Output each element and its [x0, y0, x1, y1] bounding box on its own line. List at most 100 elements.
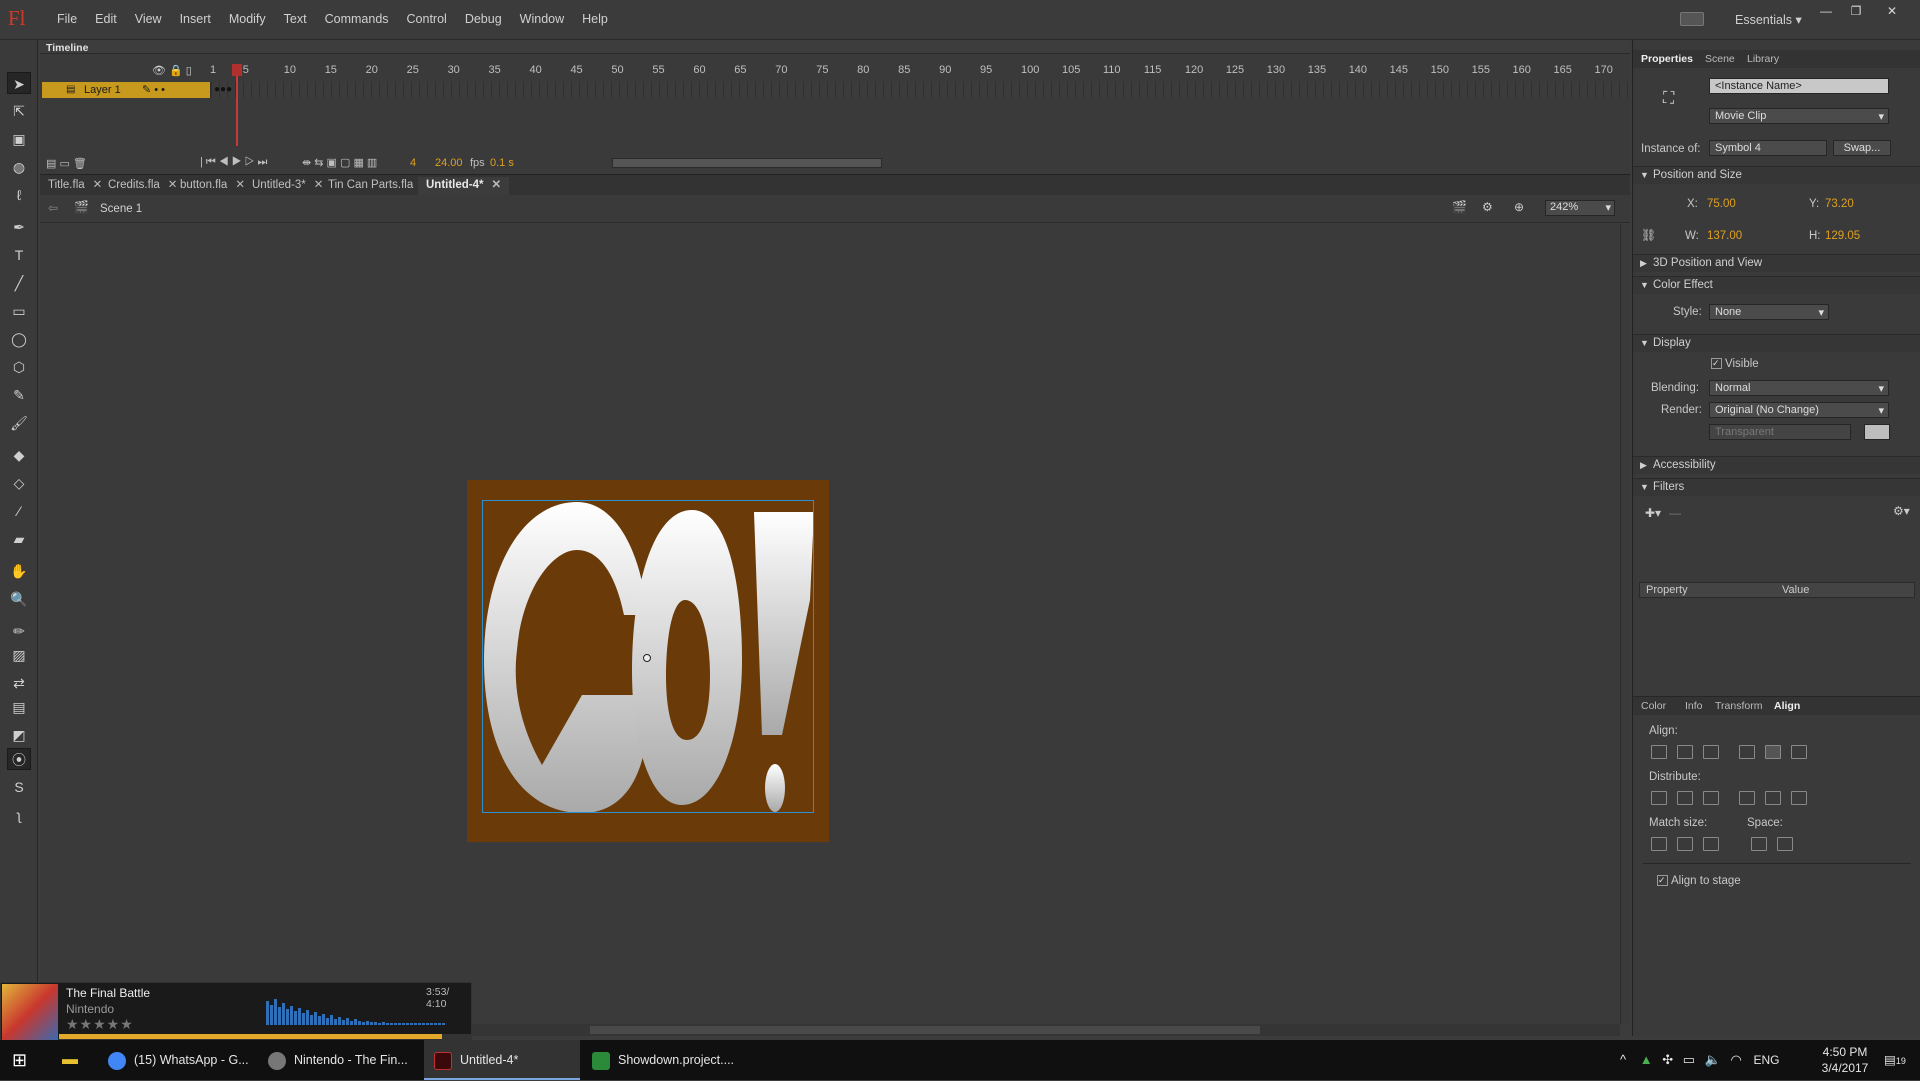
- steam-icon[interactable]: ✣: [1662, 1052, 1673, 1067]
- network-icon[interactable]: ▭: [1683, 1052, 1695, 1067]
- edit-scene-icon[interactable]: 🎬: [1452, 200, 1467, 214]
- tray-chevron-icon[interactable]: ^: [1620, 1052, 1626, 1067]
- distribute-right-icon[interactable]: [1791, 791, 1807, 805]
- new-layer-icon[interactable]: ▤ ▭ 🗑: [46, 157, 87, 170]
- blending-select[interactable]: Normal ▾: [1709, 380, 1889, 396]
- file-explorer-icon[interactable]: ▬: [62, 1040, 92, 1080]
- taskbar-flash[interactable]: Untitled-4*: [424, 1040, 580, 1080]
- align-vcenter-icon[interactable]: [1765, 745, 1781, 759]
- tab-transform[interactable]: Transform: [1715, 700, 1762, 712]
- match-width-icon[interactable]: [1651, 837, 1667, 851]
- frame-ruler[interactable]: 1 5 10 15 20 25 30 35 40 45 50 55 60 65 70 75 80 85 90 95 10…: [210, 64, 1660, 78]
- stage-vertical-scrollbar[interactable]: [1620, 224, 1630, 1024]
- align-top-icon[interactable]: [1739, 745, 1755, 759]
- eyedropper-tool-icon[interactable]: ⁄: [7, 500, 31, 522]
- display-section[interactable]: ▼ Display: [1633, 334, 1920, 352]
- delete-filter-icon[interactable]: —: [1669, 506, 1681, 520]
- doc-tab-untitled-3[interactable]: Untitled-3* ✕: [244, 177, 331, 195]
- h-value[interactable]: 129.05: [1825, 230, 1860, 242]
- swap-button[interactable]: Swap...: [1833, 140, 1891, 156]
- polystar-tool-icon[interactable]: ⬡: [7, 356, 31, 378]
- close-icon[interactable]: ✕: [1880, 4, 1904, 18]
- gradient-swatch-icon[interactable]: ▤: [7, 696, 31, 718]
- layer-frames[interactable]: ●●●: [212, 82, 1662, 98]
- zoom-tool-icon[interactable]: 🔍: [7, 588, 31, 610]
- pen-tool-icon[interactable]: ✒: [7, 216, 31, 238]
- free-transform-tool-icon[interactable]: ▣: [7, 128, 31, 150]
- action-center-icon[interactable]: ▤19: [1884, 1040, 1914, 1080]
- lock-aspect-icon[interactable]: ⛓: [1641, 228, 1656, 242]
- taskbar-whatsapp[interactable]: (15) WhatsApp - G...: [108, 1040, 258, 1080]
- subselection-tool-icon[interactable]: ⇱: [7, 100, 31, 122]
- taskbar-nintendo[interactable]: Nintendo - The Fin...: [268, 1040, 418, 1080]
- keyframes[interactable]: ●●●: [214, 84, 232, 95]
- layer-1[interactable]: ▤ Layer 1 ✎ • •: [42, 82, 210, 98]
- x-value[interactable]: 75.00: [1707, 198, 1736, 210]
- 3d-position-section[interactable]: ▶ 3D Position and View: [1633, 254, 1920, 272]
- add-filter-icon[interactable]: ✚▾: [1645, 506, 1661, 520]
- straighten-icon[interactable]: ʅ: [7, 804, 31, 826]
- tab-library[interactable]: Library: [1747, 53, 1779, 65]
- brush-tool-icon[interactable]: 🖌: [7, 412, 31, 434]
- menu-debug[interactable]: Debug: [456, 12, 511, 26]
- menu-help[interactable]: Help: [573, 12, 617, 26]
- transform-point[interactable]: [643, 654, 651, 662]
- distribute-hcenter-icon[interactable]: [1765, 791, 1781, 805]
- frame-rate[interactable]: 24.00: [435, 157, 463, 169]
- hand-tool-icon[interactable]: ✋: [7, 560, 31, 582]
- tab-scene[interactable]: Scene: [1705, 53, 1735, 65]
- edit-symbol-icon[interactable]: ⚙: [1482, 200, 1493, 214]
- scene-name[interactable]: Scene 1: [100, 203, 142, 215]
- space-horizontal-icon[interactable]: [1777, 837, 1793, 851]
- center-stage-icon[interactable]: ⊕: [1514, 200, 1524, 214]
- align-right-icon[interactable]: [1703, 745, 1719, 759]
- tab-properties[interactable]: Properties: [1641, 53, 1693, 65]
- doc-tab-button[interactable]: button.fla ✕: [172, 177, 253, 195]
- selection-tool-icon[interactable]: ➤: [7, 72, 31, 94]
- fill-color-icon[interactable]: ▨: [7, 644, 31, 666]
- menu-text[interactable]: Text: [275, 12, 316, 26]
- pencil-tool-icon[interactable]: ✎: [7, 384, 31, 406]
- black-white-icon[interactable]: ◩: [7, 724, 31, 746]
- distribute-bottom-icon[interactable]: [1703, 791, 1719, 805]
- filters-section[interactable]: ▼ Filters: [1633, 478, 1920, 496]
- accessibility-section[interactable]: ▶ Accessibility: [1633, 456, 1920, 474]
- minimize-icon[interactable]: —: [1814, 4, 1838, 18]
- doc-tab-untitled-4[interactable]: Untitled-4* ✕: [418, 177, 510, 195]
- clock[interactable]: 4:50 PM 3/4/2017: [1810, 1044, 1880, 1076]
- rectangle-tool-icon[interactable]: ▭: [7, 300, 31, 322]
- taskbar-showdown[interactable]: Showdown.project....: [592, 1040, 748, 1080]
- layer-row[interactable]: ▤ Layer 1 ✎ • • ●●●: [42, 82, 1662, 98]
- swap-colors-icon[interactable]: ⇄: [7, 672, 31, 694]
- style-select[interactable]: None ▾: [1709, 304, 1829, 320]
- tab-color[interactable]: Color: [1641, 700, 1666, 712]
- rating-stars[interactable]: ★★★★★: [66, 1016, 134, 1033]
- align-hcenter-icon[interactable]: [1677, 745, 1693, 759]
- distribute-left-icon[interactable]: [1739, 791, 1755, 805]
- position-size-section[interactable]: ▼ Position and Size: [1633, 166, 1920, 184]
- space-vertical-icon[interactable]: [1751, 837, 1767, 851]
- menu-modify[interactable]: Modify: [220, 12, 275, 26]
- restore-icon[interactable]: ❐: [1844, 4, 1868, 18]
- language-indicator[interactable]: ENG: [1753, 1053, 1779, 1067]
- distribute-top-icon[interactable]: [1651, 791, 1667, 805]
- match-height-icon[interactable]: [1677, 837, 1693, 851]
- menu-view[interactable]: View: [126, 12, 171, 26]
- menu-file[interactable]: File: [48, 12, 86, 26]
- eraser-tool-icon[interactable]: ▰: [7, 528, 31, 550]
- menu-control[interactable]: Control: [398, 12, 456, 26]
- match-both-icon[interactable]: [1703, 837, 1719, 851]
- align-left-icon[interactable]: [1651, 745, 1667, 759]
- filter-settings-icon[interactable]: ⚙▾: [1893, 504, 1910, 518]
- y-value[interactable]: 73.20: [1825, 198, 1854, 210]
- track-progress[interactable]: [59, 1034, 471, 1039]
- color-effect-section[interactable]: ▼ Color Effect: [1633, 276, 1920, 294]
- line-tool-icon[interactable]: ╱: [7, 272, 31, 294]
- zoom-select[interactable]: 242% ▾: [1545, 200, 1615, 216]
- distribute-vcenter-icon[interactable]: [1677, 791, 1693, 805]
- start-windows-icon[interactable]: ⊞: [12, 1040, 42, 1080]
- lasso-tool-icon[interactable]: ℓ: [7, 184, 31, 206]
- menu-window[interactable]: Window: [511, 12, 573, 26]
- text-tool-icon[interactable]: T: [7, 244, 31, 266]
- ink-bottle-tool-icon[interactable]: ◇: [7, 472, 31, 494]
